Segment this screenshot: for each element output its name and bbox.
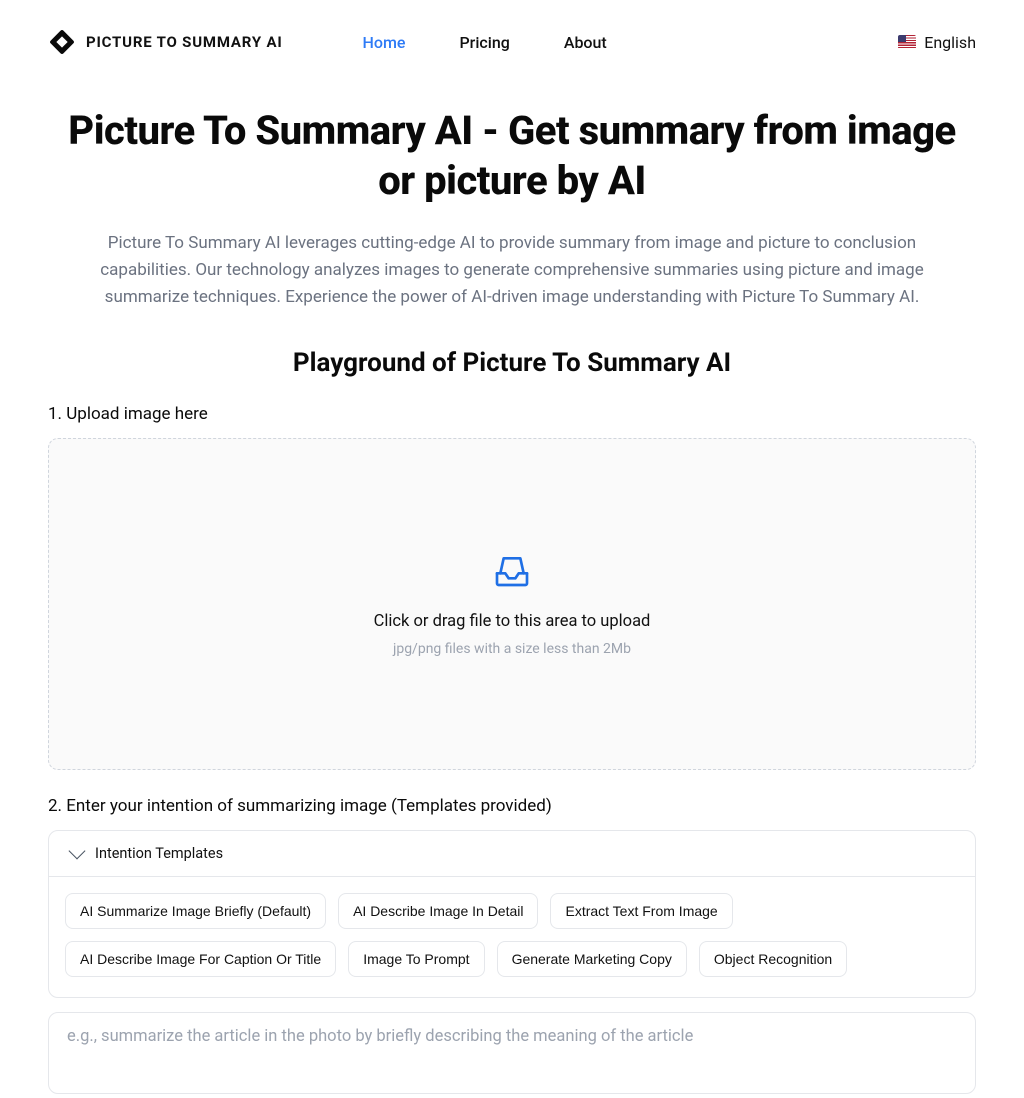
- nav-home[interactable]: Home: [363, 33, 406, 52]
- templates-header[interactable]: Intention Templates: [49, 831, 975, 877]
- template-chip[interactable]: AI Describe Image In Detail: [338, 893, 538, 929]
- template-chip[interactable]: AI Summarize Image Briefly (Default): [65, 893, 326, 929]
- templates-accordion: Intention Templates AI Summarize Image B…: [48, 830, 976, 998]
- primary-nav: Home Pricing About: [363, 33, 607, 52]
- main-content: Picture To Summary AI - Get summary from…: [0, 64, 1024, 1098]
- template-chip[interactable]: Object Recognition: [699, 941, 847, 977]
- upload-sub-text: jpg/png files with a size less than 2Mb: [393, 641, 631, 657]
- logo[interactable]: PICTURE TO SUMMARY AI: [48, 28, 283, 56]
- step1-label: 1. Upload image here: [48, 404, 976, 424]
- page-subtitle: Picture To Summary AI leverages cutting-…: [77, 230, 947, 312]
- templates-list: AI Summarize Image Briefly (Default) AI …: [49, 877, 975, 997]
- site-header: PICTURE TO SUMMARY AI Home Pricing About…: [0, 0, 1024, 64]
- language-label: English: [924, 33, 976, 52]
- nav-pricing[interactable]: Pricing: [459, 33, 509, 52]
- template-chip[interactable]: Extract Text From Image: [550, 893, 732, 929]
- playground-heading: Playground of Picture To Summary AI: [48, 348, 976, 378]
- inbox-icon: [492, 550, 532, 590]
- nav-about[interactable]: About: [564, 33, 607, 52]
- logo-text: PICTURE TO SUMMARY AI: [86, 33, 283, 51]
- page-title: Picture To Summary AI - Get summary from…: [48, 106, 976, 206]
- chevron-down-icon: [69, 843, 86, 860]
- language-selector[interactable]: English: [898, 33, 976, 52]
- templates-header-label: Intention Templates: [95, 845, 223, 862]
- template-chip[interactable]: Image To Prompt: [348, 941, 484, 977]
- flag-icon: [898, 35, 916, 49]
- logo-icon: [48, 28, 76, 56]
- step2-label: 2. Enter your intention of summarizing i…: [48, 796, 976, 816]
- upload-main-text: Click or drag file to this area to uploa…: [374, 612, 651, 631]
- upload-dropzone[interactable]: Click or drag file to this area to uploa…: [48, 438, 976, 770]
- template-chip[interactable]: Generate Marketing Copy: [497, 941, 687, 977]
- template-chip[interactable]: AI Describe Image For Caption Or Title: [65, 941, 336, 977]
